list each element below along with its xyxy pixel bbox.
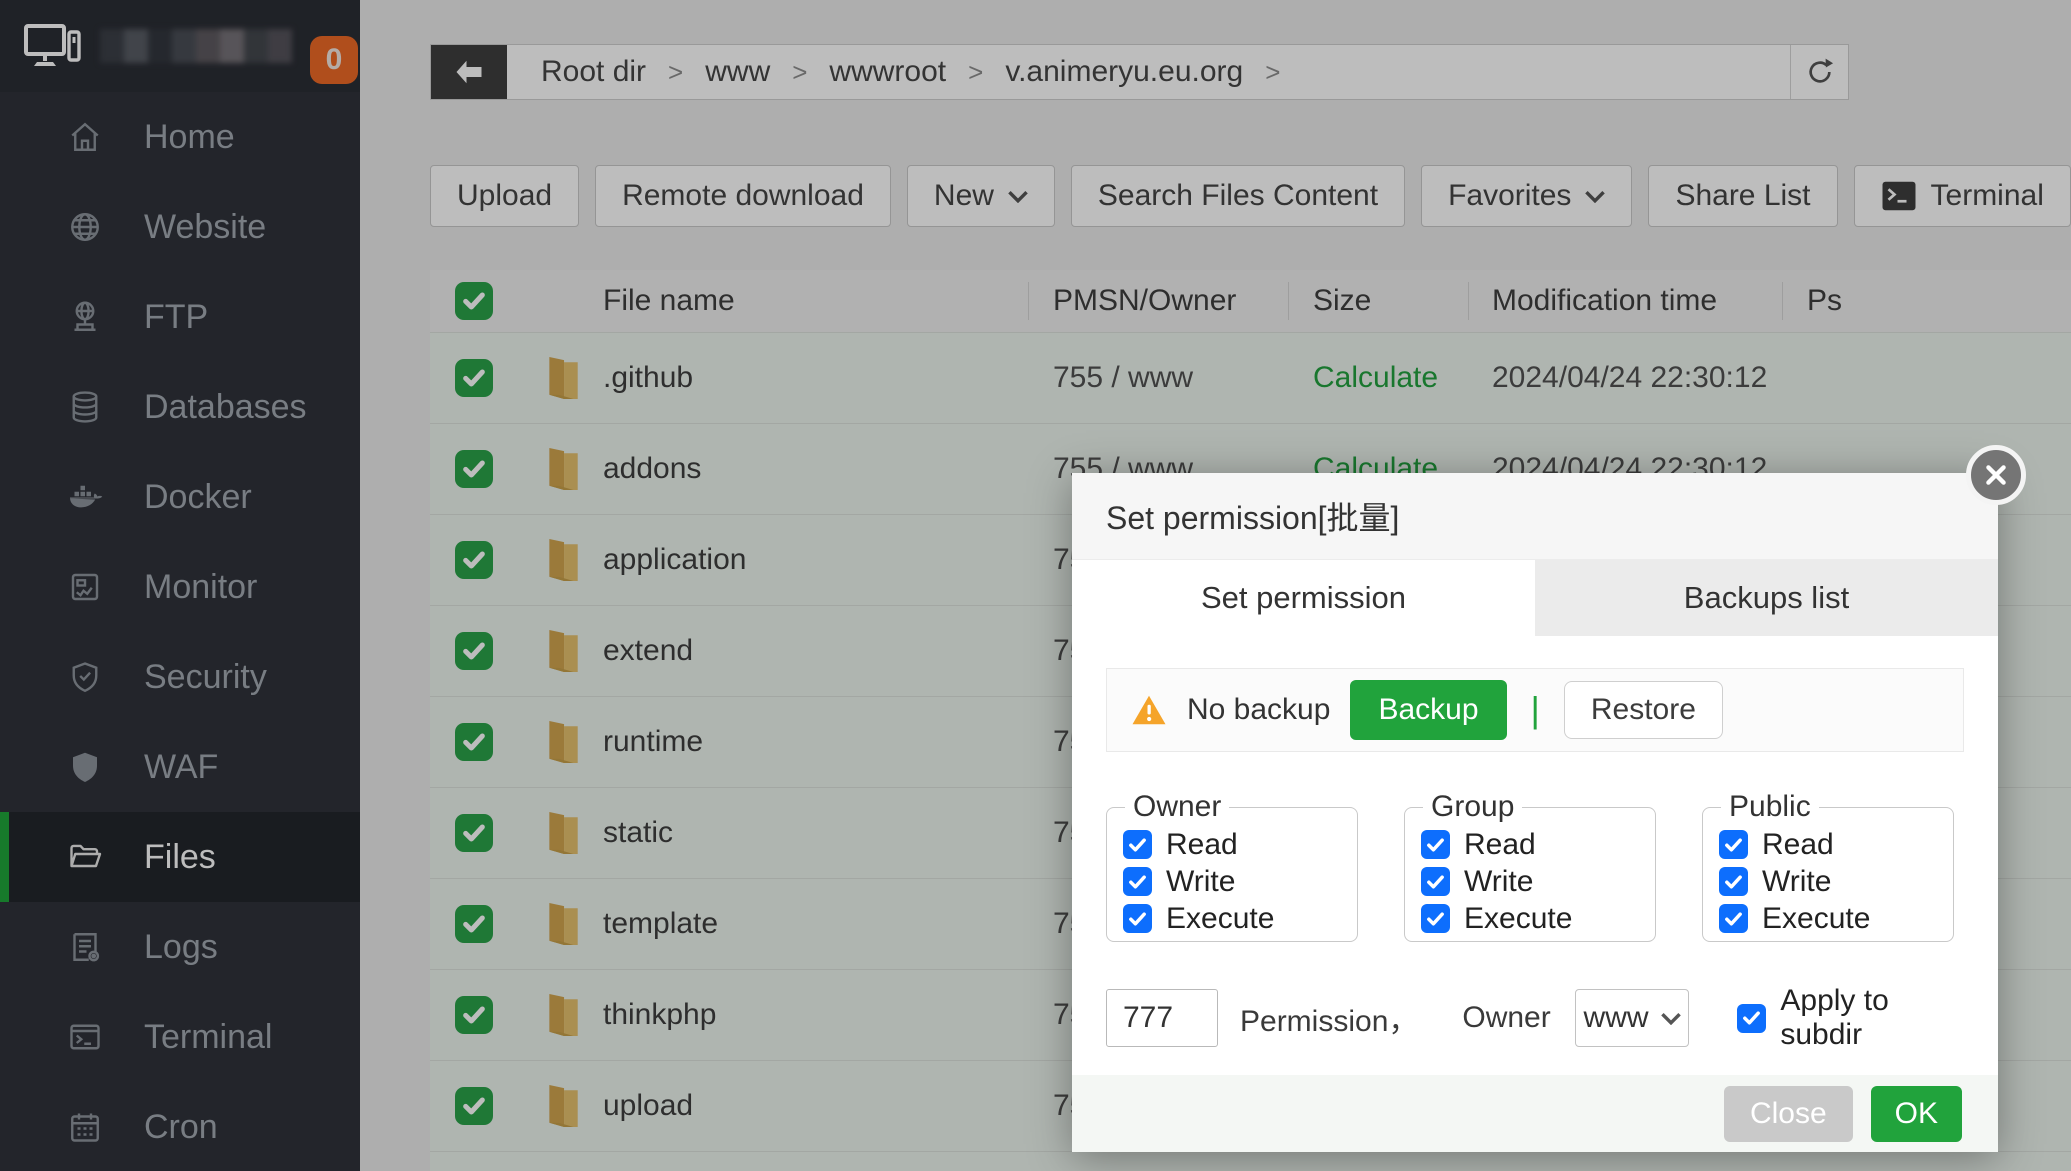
checked-checkbox[interactable] (1719, 830, 1748, 859)
apply-to-subdir-label: Apply to subdir (1780, 984, 1964, 1052)
group-read-option[interactable]: Read (1421, 826, 1655, 863)
no-backup-label: No backup (1187, 693, 1330, 727)
tab-set-permission[interactable]: Set permission (1072, 560, 1535, 636)
backup-button[interactable]: Backup (1350, 680, 1506, 740)
execute-label: Execute (1166, 902, 1274, 936)
ok-button[interactable]: OK (1871, 1086, 1962, 1142)
backup-divider: | (1531, 689, 1540, 731)
chevron-down-icon (1661, 1012, 1681, 1025)
modal-tabs: Set permission Backups list (1072, 560, 1998, 636)
write-label: Write (1464, 865, 1533, 899)
public-read-option[interactable]: Read (1719, 826, 1953, 863)
apply-to-subdir-option[interactable]: Apply to subdir (1737, 984, 1964, 1052)
checked-checkbox[interactable] (1123, 904, 1152, 933)
read-label: Read (1166, 828, 1238, 862)
group-permissions-group: Group Read Write Execute (1404, 790, 1656, 942)
read-label: Read (1762, 828, 1834, 862)
modal-footer: Close OK (1072, 1075, 1998, 1152)
close-button[interactable]: Close (1724, 1086, 1853, 1142)
public-execute-option[interactable]: Execute (1719, 900, 1953, 937)
checked-checkbox[interactable] (1421, 867, 1450, 896)
restore-button[interactable]: Restore (1564, 681, 1723, 739)
group-write-option[interactable]: Write (1421, 863, 1655, 900)
group-execute-option[interactable]: Execute (1421, 900, 1655, 937)
owner-permissions-group: Owner Read Write Execute (1106, 790, 1358, 942)
checked-checkbox[interactable] (1123, 867, 1152, 896)
owner-select-value: www (1584, 1001, 1649, 1035)
owner-select[interactable]: www (1575, 989, 1690, 1047)
modal-close-icon[interactable] (1966, 445, 2026, 505)
public-write-option[interactable]: Write (1719, 863, 1953, 900)
set-permission-modal: Set permission[批量] Set permission Backup… (1072, 473, 1998, 1152)
permission-groups: Owner Read Write Execute Group (1106, 790, 1964, 942)
permission-label: Permission， (1240, 996, 1418, 1040)
owner-label: Owner (1462, 1001, 1550, 1035)
owner-read-option[interactable]: Read (1123, 826, 1357, 863)
checked-checkbox[interactable] (1737, 1004, 1766, 1033)
checked-checkbox[interactable] (1123, 830, 1152, 859)
group-legend: Group (1423, 790, 1522, 824)
write-label: Write (1762, 865, 1831, 899)
checked-checkbox[interactable] (1719, 867, 1748, 896)
modal-body: No backup Backup | Restore Owner Read Wr… (1072, 636, 1998, 1052)
owner-write-option[interactable]: Write (1123, 863, 1357, 900)
permission-value-row: Permission， Owner www Apply to subdir (1106, 984, 1964, 1052)
write-label: Write (1166, 865, 1235, 899)
owner-execute-option[interactable]: Execute (1123, 900, 1357, 937)
execute-label: Execute (1762, 902, 1870, 936)
tab-backups-list[interactable]: Backups list (1535, 560, 1998, 636)
backup-status-box: No backup Backup | Restore (1106, 668, 1964, 752)
permission-value-input[interactable] (1106, 989, 1218, 1047)
warning-icon (1131, 694, 1167, 726)
execute-label: Execute (1464, 902, 1572, 936)
read-label: Read (1464, 828, 1536, 862)
modal-title: Set permission[批量] (1072, 473, 1998, 560)
owner-legend: Owner (1125, 790, 1229, 824)
checked-checkbox[interactable] (1421, 830, 1450, 859)
public-legend: Public (1721, 790, 1819, 824)
checked-checkbox[interactable] (1719, 904, 1748, 933)
checked-checkbox[interactable] (1421, 904, 1450, 933)
public-permissions-group: Public Read Write Execute (1702, 790, 1954, 942)
